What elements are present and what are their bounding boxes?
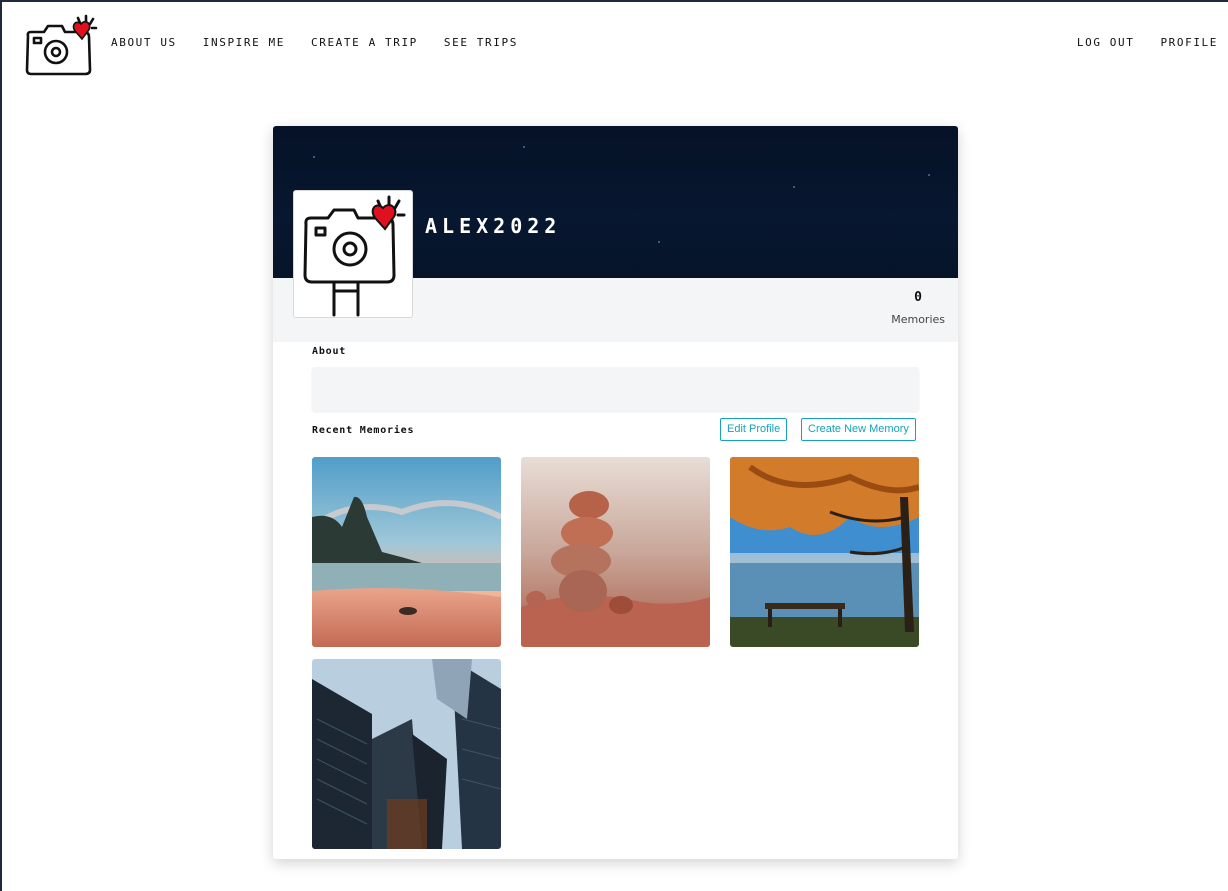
create-memory-button[interactable]: Create New Memory <box>801 418 916 441</box>
nav-see-trips[interactable]: See Trips <box>444 36 530 49</box>
nav-create-trip[interactable]: Create a Trip <box>311 36 430 49</box>
about-text-box <box>312 367 919 411</box>
memories-label: Memories <box>891 313 945 326</box>
skyscrapers-photo-icon <box>312 659 501 849</box>
about-title: About <box>312 346 347 357</box>
memory-tile-beach[interactable] <box>312 457 501 647</box>
profile-username: ALEX2022 <box>425 214 562 238</box>
nav-profile[interactable]: Profile <box>1160 36 1218 49</box>
memory-tile-stones[interactable] <box>521 457 710 647</box>
beach-sunset-photo-icon <box>312 457 501 647</box>
navbar: About Us Inspire Me Create a Trip See Tr… <box>2 2 1228 90</box>
star-dot <box>793 186 795 188</box>
nav-inspire-me[interactable]: Inspire Me <box>203 36 297 49</box>
memories-count: 0 <box>914 290 922 305</box>
stacked-stones-photo-icon <box>521 457 710 647</box>
nav-about-us[interactable]: About Us <box>111 36 189 49</box>
profile-card: ALEX2022 0 Memories About Recent Memorie… <box>273 126 958 859</box>
star-dot <box>928 174 930 176</box>
star-dot <box>313 156 315 158</box>
autumn-tree-lake-photo-icon <box>730 457 919 647</box>
star-dot <box>658 241 660 243</box>
memory-tile-autumn-tree[interactable] <box>730 457 919 647</box>
avatar[interactable] <box>293 190 413 318</box>
recent-memories-title: Recent Memories <box>312 425 415 436</box>
nav-log-out[interactable]: Log Out <box>1077 36 1147 49</box>
camera-heart-avatar-icon <box>303 195 406 317</box>
nav-left: About Us Inspire Me Create a Trip See Tr… <box>111 36 544 49</box>
star-dot <box>523 146 525 148</box>
camera-heart-logo-icon[interactable] <box>22 14 102 80</box>
edit-profile-button[interactable]: Edit Profile <box>720 418 788 441</box>
nav-right: Log Out Profile <box>1077 36 1218 49</box>
memory-tile-skyscrapers[interactable] <box>312 659 501 849</box>
